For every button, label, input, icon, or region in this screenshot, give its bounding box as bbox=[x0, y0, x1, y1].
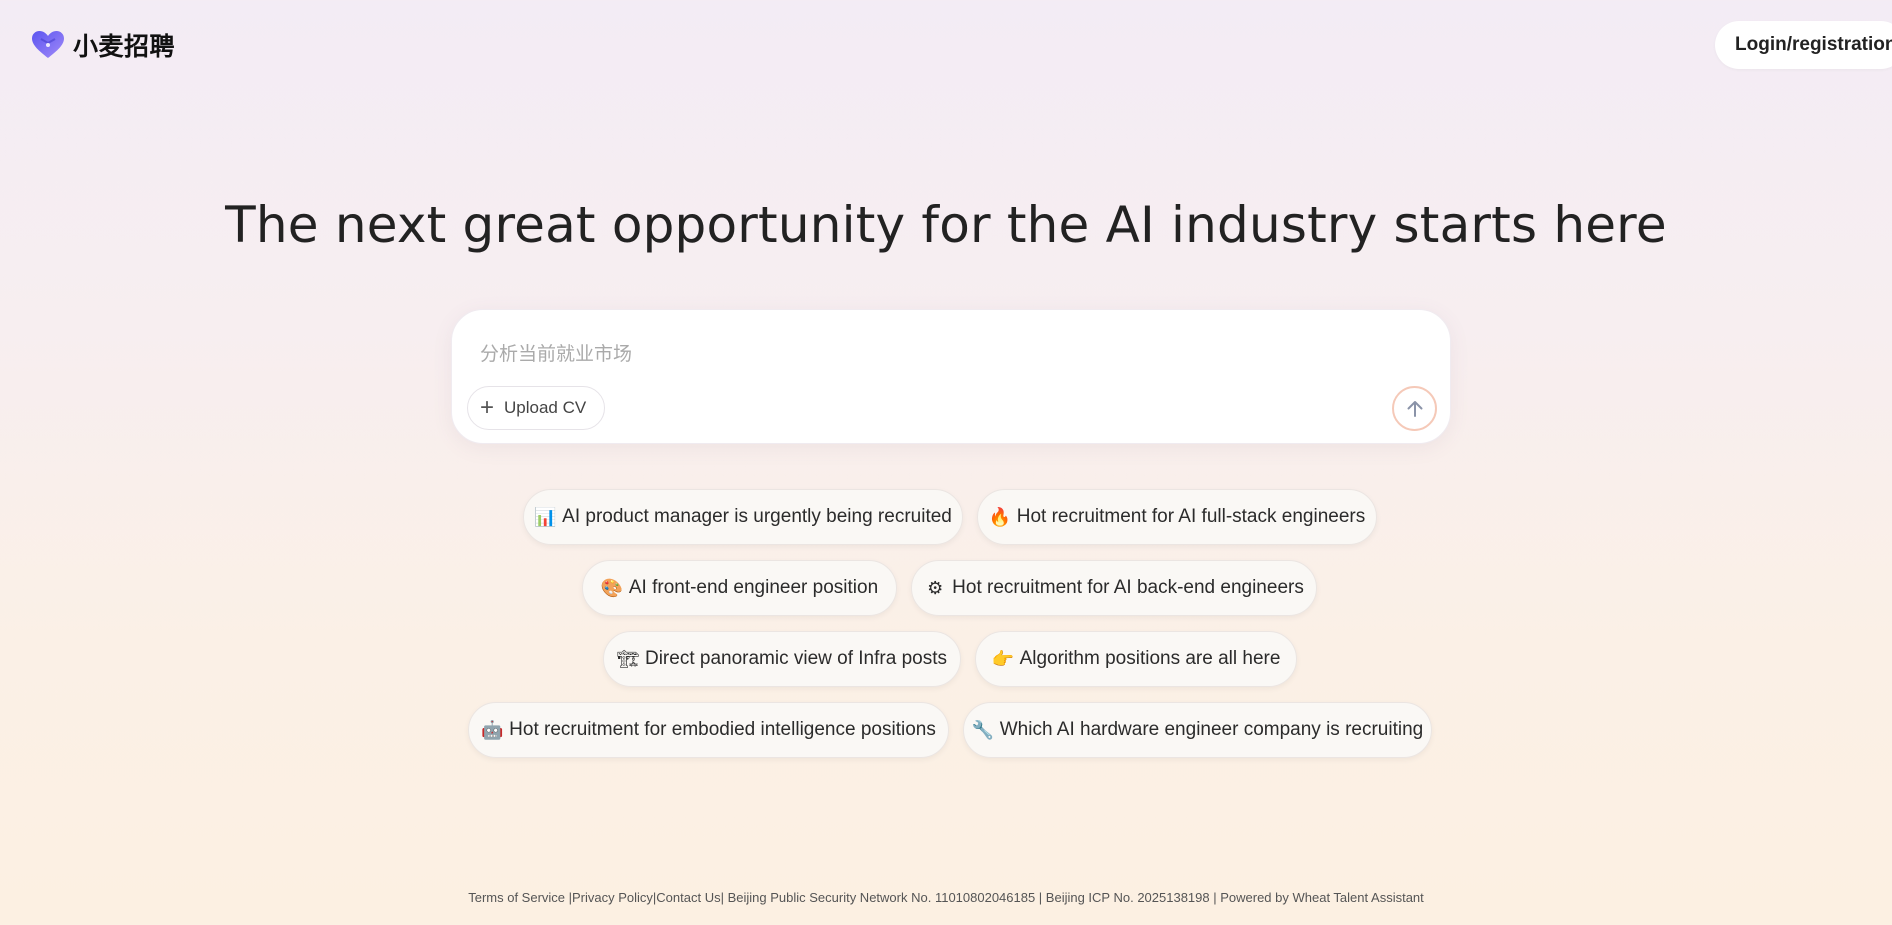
upload-cv-button[interactable]: + Upload CV bbox=[467, 386, 606, 430]
suggestion-chip[interactable]: 📊 AI product manager is urgently being r… bbox=[523, 489, 963, 545]
robot-icon: 🤖 bbox=[481, 719, 504, 741]
header: 小麦招聘 Login/registration bbox=[0, 0, 1892, 90]
footer-links[interactable]: Terms of Service |Privacy Policy|Contact… bbox=[0, 890, 1892, 905]
send-button[interactable] bbox=[1392, 386, 1437, 431]
logo-text: 小麦招聘 bbox=[73, 32, 176, 61]
chip-label: Hot recruitment for AI full-stack engine… bbox=[1016, 506, 1366, 527]
building-construction-icon: 🏗 bbox=[616, 648, 640, 670]
heart-logo-icon bbox=[32, 31, 64, 58]
page-headline: The next great opportunity for the AI in… bbox=[225, 196, 1667, 254]
chip-label: Which AI hardware engineer company is re… bbox=[999, 719, 1424, 740]
suggestion-chip[interactable]: 🎨 AI front-end engineer position bbox=[582, 560, 897, 616]
chip-label: Algorithm positions are all here bbox=[1019, 648, 1281, 669]
chat-box: + Upload CV bbox=[451, 309, 1451, 444]
chip-label: AI front-end engineer position bbox=[628, 577, 879, 598]
fire-icon: 🔥 bbox=[988, 506, 1012, 528]
pointing-hand-icon: 👉 bbox=[991, 648, 1014, 670]
suggestion-chip[interactable]: 🔥 Hot recruitment for AI full-stack engi… bbox=[977, 489, 1377, 545]
palette-icon: 🎨 bbox=[600, 577, 624, 599]
suggestion-chip[interactable]: 👉 Algorithm positions are all here bbox=[975, 631, 1297, 687]
bar-chart-icon: 📊 bbox=[534, 506, 557, 528]
logo[interactable]: 小麦招聘 bbox=[31, 28, 175, 62]
chip-label: Hot recruitment for AI back-end engineer… bbox=[952, 577, 1304, 598]
suggestion-chip[interactable]: 🏗 Direct panoramic view of Infra posts bbox=[603, 631, 961, 687]
chip-label: Direct panoramic view of Infra posts bbox=[644, 648, 947, 669]
upload-cv-label: Upload CV bbox=[504, 398, 587, 417]
chat-input[interactable] bbox=[480, 334, 1420, 374]
chip-label: Hot recruitment for embodied intelligenc… bbox=[509, 719, 936, 740]
arrow-up-icon bbox=[1407, 400, 1422, 417]
suggestion-chip[interactable]: ⚙ Hot recruitment for AI back-end engine… bbox=[911, 560, 1317, 616]
suggestion-chip[interactable]: 🔧 Which AI hardware engineer company is … bbox=[963, 702, 1432, 758]
suggestion-chip[interactable]: 🤖 Hot recruitment for embodied intellige… bbox=[468, 702, 949, 758]
login-registration-button[interactable]: Login/registration bbox=[1715, 21, 1892, 69]
chip-label: AI product manager is urgently being rec… bbox=[562, 506, 952, 527]
wrench-icon: 🔧 bbox=[971, 719, 995, 741]
plus-icon: + bbox=[480, 394, 495, 421]
gear-icon: ⚙ bbox=[927, 577, 944, 599]
